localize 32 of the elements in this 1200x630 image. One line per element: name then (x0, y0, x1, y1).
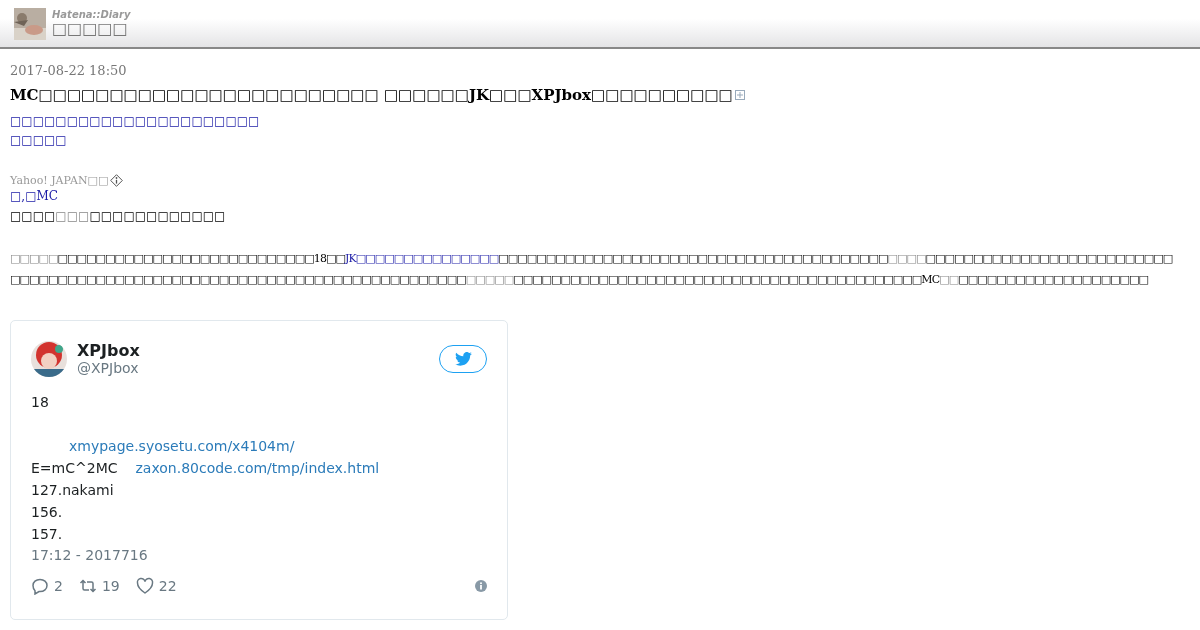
tweet-text: E=mC^2MC (31, 459, 118, 478)
reply-icon[interactable] (31, 577, 49, 595)
tweet-time[interactable]: 17:12 - 2017716 (31, 547, 487, 563)
user-name[interactable]: XPJbox (77, 342, 140, 360)
source-label: Yahoo! JAPAN□□ (10, 174, 109, 187)
avatar (31, 341, 67, 377)
bird-button[interactable] (439, 345, 487, 373)
related-link[interactable]: □□□□□ (10, 131, 67, 150)
blog-title[interactable]: □□□□□ (52, 20, 131, 38)
tweet-text: 157. (31, 525, 63, 544)
lead-text: □□□□□□□□□□□□□□□□□□□ (10, 208, 227, 225)
retweet-icon[interactable] (78, 577, 97, 595)
related-link[interactable]: □□□□□□□□□□□□□□□□□□□□□□ (10, 112, 260, 131)
bookmark-icon[interactable] (734, 90, 745, 100)
brand-label[interactable]: Hatena::Diary (52, 9, 131, 20)
info-icon[interactable] (110, 174, 124, 187)
tweet-text: 156. (31, 503, 63, 522)
info-icon[interactable] (475, 580, 487, 592)
entry-title: MC□□□□□□□□□□□□□□□□□□□□□□□□ □□□□□□JK□□□XPJbox□□□□□□□□□□ (10, 86, 733, 104)
like-count: 22 (158, 578, 177, 594)
tweet-text: 18 (31, 393, 49, 412)
user-handle[interactable]: @XPJbox (77, 360, 140, 376)
tweet-link[interactable]: xmypage.syosetu.com/x4104m/ (69, 435, 295, 457)
tweet-link[interactable]: zaxon.80code.com/tmp/index.html (135, 457, 380, 479)
bird-icon (454, 352, 472, 366)
body-paragraph: □□□□□□□□□□□□□□□□□□□□□□□□□□□□□□□□18□□JK□□□□□□□□□□□□□□□□□□□□□□□□□□□□□□□□□□□□□□□□□□□□□□□□□□□□□□□□□□□□□□□□□□□□□□□□□□□□□□□□□□□□□□□□□□□□□□□□□□□□□□□□□□□□□□□□□□□□□□□□□□□□□□□□□□□□□□□□□□□□□□□□□□□□□□□□□□□□□□□□□□□□□□□□□□□□□□□□□□□□□□MC□□□□□□□□□□□□□□□□□□□□□□ (10, 251, 1174, 288)
reply-count: 2 (54, 578, 63, 594)
heart-icon[interactable] (135, 577, 154, 595)
entry-date: 2017-08-22 18:50 (10, 63, 128, 78)
tweet-text: 127.nakami (31, 481, 114, 500)
retweet-count: 19 (101, 578, 120, 594)
tag-link[interactable]: □,□MC (10, 187, 58, 206)
